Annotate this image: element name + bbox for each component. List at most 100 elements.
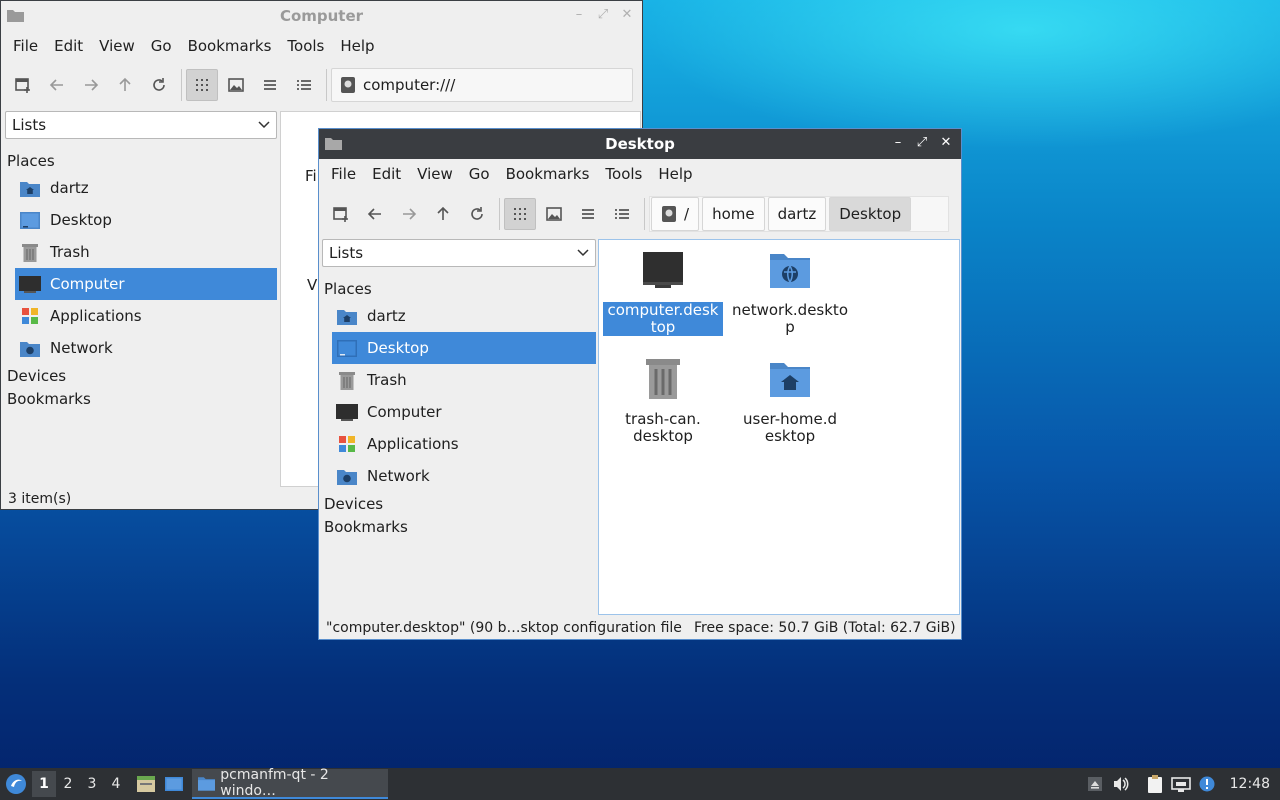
workspace-3[interactable]: 3 [80, 771, 104, 797]
side-pane-mode-select[interactable]: Lists [322, 239, 596, 267]
network-status-button[interactable] [1168, 771, 1194, 797]
thumbnail-view-button[interactable] [220, 69, 252, 101]
menu-help[interactable]: Help [650, 165, 700, 183]
taskbar-button-pcmanfm[interactable]: pcmanfm-qt - 2 windo… [192, 767, 388, 799]
icon-view-button[interactable] [186, 69, 218, 101]
place-item-computer[interactable]: Computer [332, 396, 596, 428]
compact-view-button[interactable] [254, 69, 286, 101]
trash-can-icon [646, 359, 680, 399]
desktop-window[interactable]: Desktop – ⤢ ✕ File Edit View Go Bookmark… [318, 128, 962, 640]
new-tab-button[interactable] [325, 198, 357, 230]
reload-icon [153, 78, 165, 91]
update-notifier-button[interactable] [1194, 771, 1220, 797]
place-item-desktop[interactable]: Desktop [15, 204, 277, 236]
reload-button[interactable] [143, 69, 175, 101]
workspace-4[interactable]: 4 [104, 771, 128, 797]
file-item[interactable]: computer.desktop [602, 246, 724, 336]
desktop-icon [19, 210, 41, 230]
place-item-applications[interactable]: Applications [15, 300, 277, 332]
workspace-1[interactable]: 1 [32, 771, 56, 797]
devices-header[interactable]: Devices [322, 492, 596, 515]
bookmarks-header[interactable]: Bookmarks [322, 515, 596, 538]
menu-edit[interactable]: Edit [364, 165, 409, 183]
menu-tools[interactable]: Tools [597, 165, 650, 183]
places-header[interactable]: Places [322, 277, 596, 300]
workspace-2[interactable]: 2 [56, 771, 80, 797]
reload-button[interactable] [461, 198, 493, 230]
new-tab-button[interactable] [7, 69, 39, 101]
address-bar[interactable]: computer:/// [331, 68, 633, 102]
detail-list-icon [615, 209, 629, 219]
quicklaunch-show-desktop[interactable] [160, 770, 188, 798]
clipboard-button[interactable] [1142, 771, 1168, 797]
place-item-dartz[interactable]: dartz [15, 172, 277, 204]
detailed-view-button[interactable] [288, 69, 320, 101]
menu-bookmarks[interactable]: Bookmarks [498, 165, 598, 183]
menu-file[interactable]: File [323, 165, 364, 183]
icon-view-button[interactable] [504, 198, 536, 230]
monitor-icon [643, 252, 683, 288]
menu-go[interactable]: Go [143, 37, 180, 55]
back-button[interactable] [359, 198, 391, 230]
bookmarks-header[interactable]: Bookmarks [5, 387, 277, 410]
file-item[interactable]: network.desktop [729, 246, 851, 336]
breadcrumb-desktop[interactable]: Desktop [829, 197, 912, 231]
file-item[interactable]: trash-can.desktop [602, 355, 724, 445]
breadcrumb-dartz[interactable]: dartz [767, 197, 827, 231]
chevron-down-icon [577, 249, 589, 257]
menu-view[interactable]: View [409, 165, 461, 183]
place-item-desktop[interactable]: Desktop [332, 332, 596, 364]
maximize-button[interactable]: ⤢ [594, 6, 612, 24]
file-view[interactable]: computer.desktop network.desktop trash-c… [598, 239, 960, 615]
new-tab-icon [333, 207, 348, 222]
menu-tools[interactable]: Tools [279, 37, 332, 55]
minimize-button[interactable]: – [889, 134, 907, 152]
detailed-view-button[interactable] [606, 198, 638, 230]
computer-icon [336, 402, 358, 422]
breadcrumb-root[interactable]: / [651, 197, 700, 231]
breadcrumb-home[interactable]: home [702, 197, 765, 231]
place-item-computer[interactable]: Computer [15, 268, 277, 300]
file-item[interactable]: user-home.desktop [729, 355, 851, 445]
clock[interactable]: 12:48 [1220, 776, 1280, 792]
maximize-button[interactable]: ⤢ [913, 134, 931, 152]
place-item-applications[interactable]: Applications [332, 428, 596, 460]
close-button[interactable]: ✕ [937, 134, 955, 152]
devices-header[interactable]: Devices [5, 364, 277, 387]
menubar: File Edit View Go Bookmarks Tools Help [319, 159, 961, 189]
close-button[interactable]: ✕ [618, 6, 636, 24]
volume-icon [1113, 777, 1129, 791]
menu-bookmarks[interactable]: Bookmarks [180, 37, 280, 55]
place-item-dartz[interactable]: dartz [332, 300, 596, 332]
volume-button[interactable] [1108, 771, 1134, 797]
forward-button[interactable] [393, 198, 425, 230]
tray-expand-button[interactable] [1082, 771, 1108, 797]
place-item-trash[interactable]: Trash [15, 236, 277, 268]
minimize-button[interactable]: – [570, 6, 588, 24]
menu-view[interactable]: View [91, 37, 143, 55]
menu-help[interactable]: Help [332, 37, 382, 55]
side-pane-mode-select[interactable]: Lists [5, 111, 277, 139]
place-item-trash[interactable]: Trash [332, 364, 596, 396]
start-menu-button[interactable] [0, 768, 32, 800]
computer-window-titlebar[interactable]: Computer – ⤢ ✕ [1, 1, 642, 31]
menu-go[interactable]: Go [461, 165, 498, 183]
up-button[interactable] [109, 69, 141, 101]
thumbnail-view-button[interactable] [538, 198, 570, 230]
forward-button[interactable] [75, 69, 107, 101]
places-header[interactable]: Places [5, 149, 277, 172]
menu-file[interactable]: File [5, 37, 46, 55]
menu-edit[interactable]: Edit [46, 37, 91, 55]
home-folder-icon [770, 363, 810, 397]
back-button[interactable] [41, 69, 73, 101]
desktop-window-titlebar[interactable]: Desktop – ⤢ ✕ [319, 129, 961, 159]
up-button[interactable] [427, 198, 459, 230]
place-item-network[interactable]: Network [332, 460, 596, 492]
quicklaunch-file-manager[interactable] [132, 770, 160, 798]
applications-icon [19, 306, 41, 326]
toolbar-separator [499, 198, 500, 230]
status-bar-selection: "computer.desktop" (90 b…sktop configura… [326, 620, 682, 636]
desktop-icon [336, 338, 358, 358]
place-item-network[interactable]: Network [15, 332, 277, 364]
compact-view-button[interactable] [572, 198, 604, 230]
